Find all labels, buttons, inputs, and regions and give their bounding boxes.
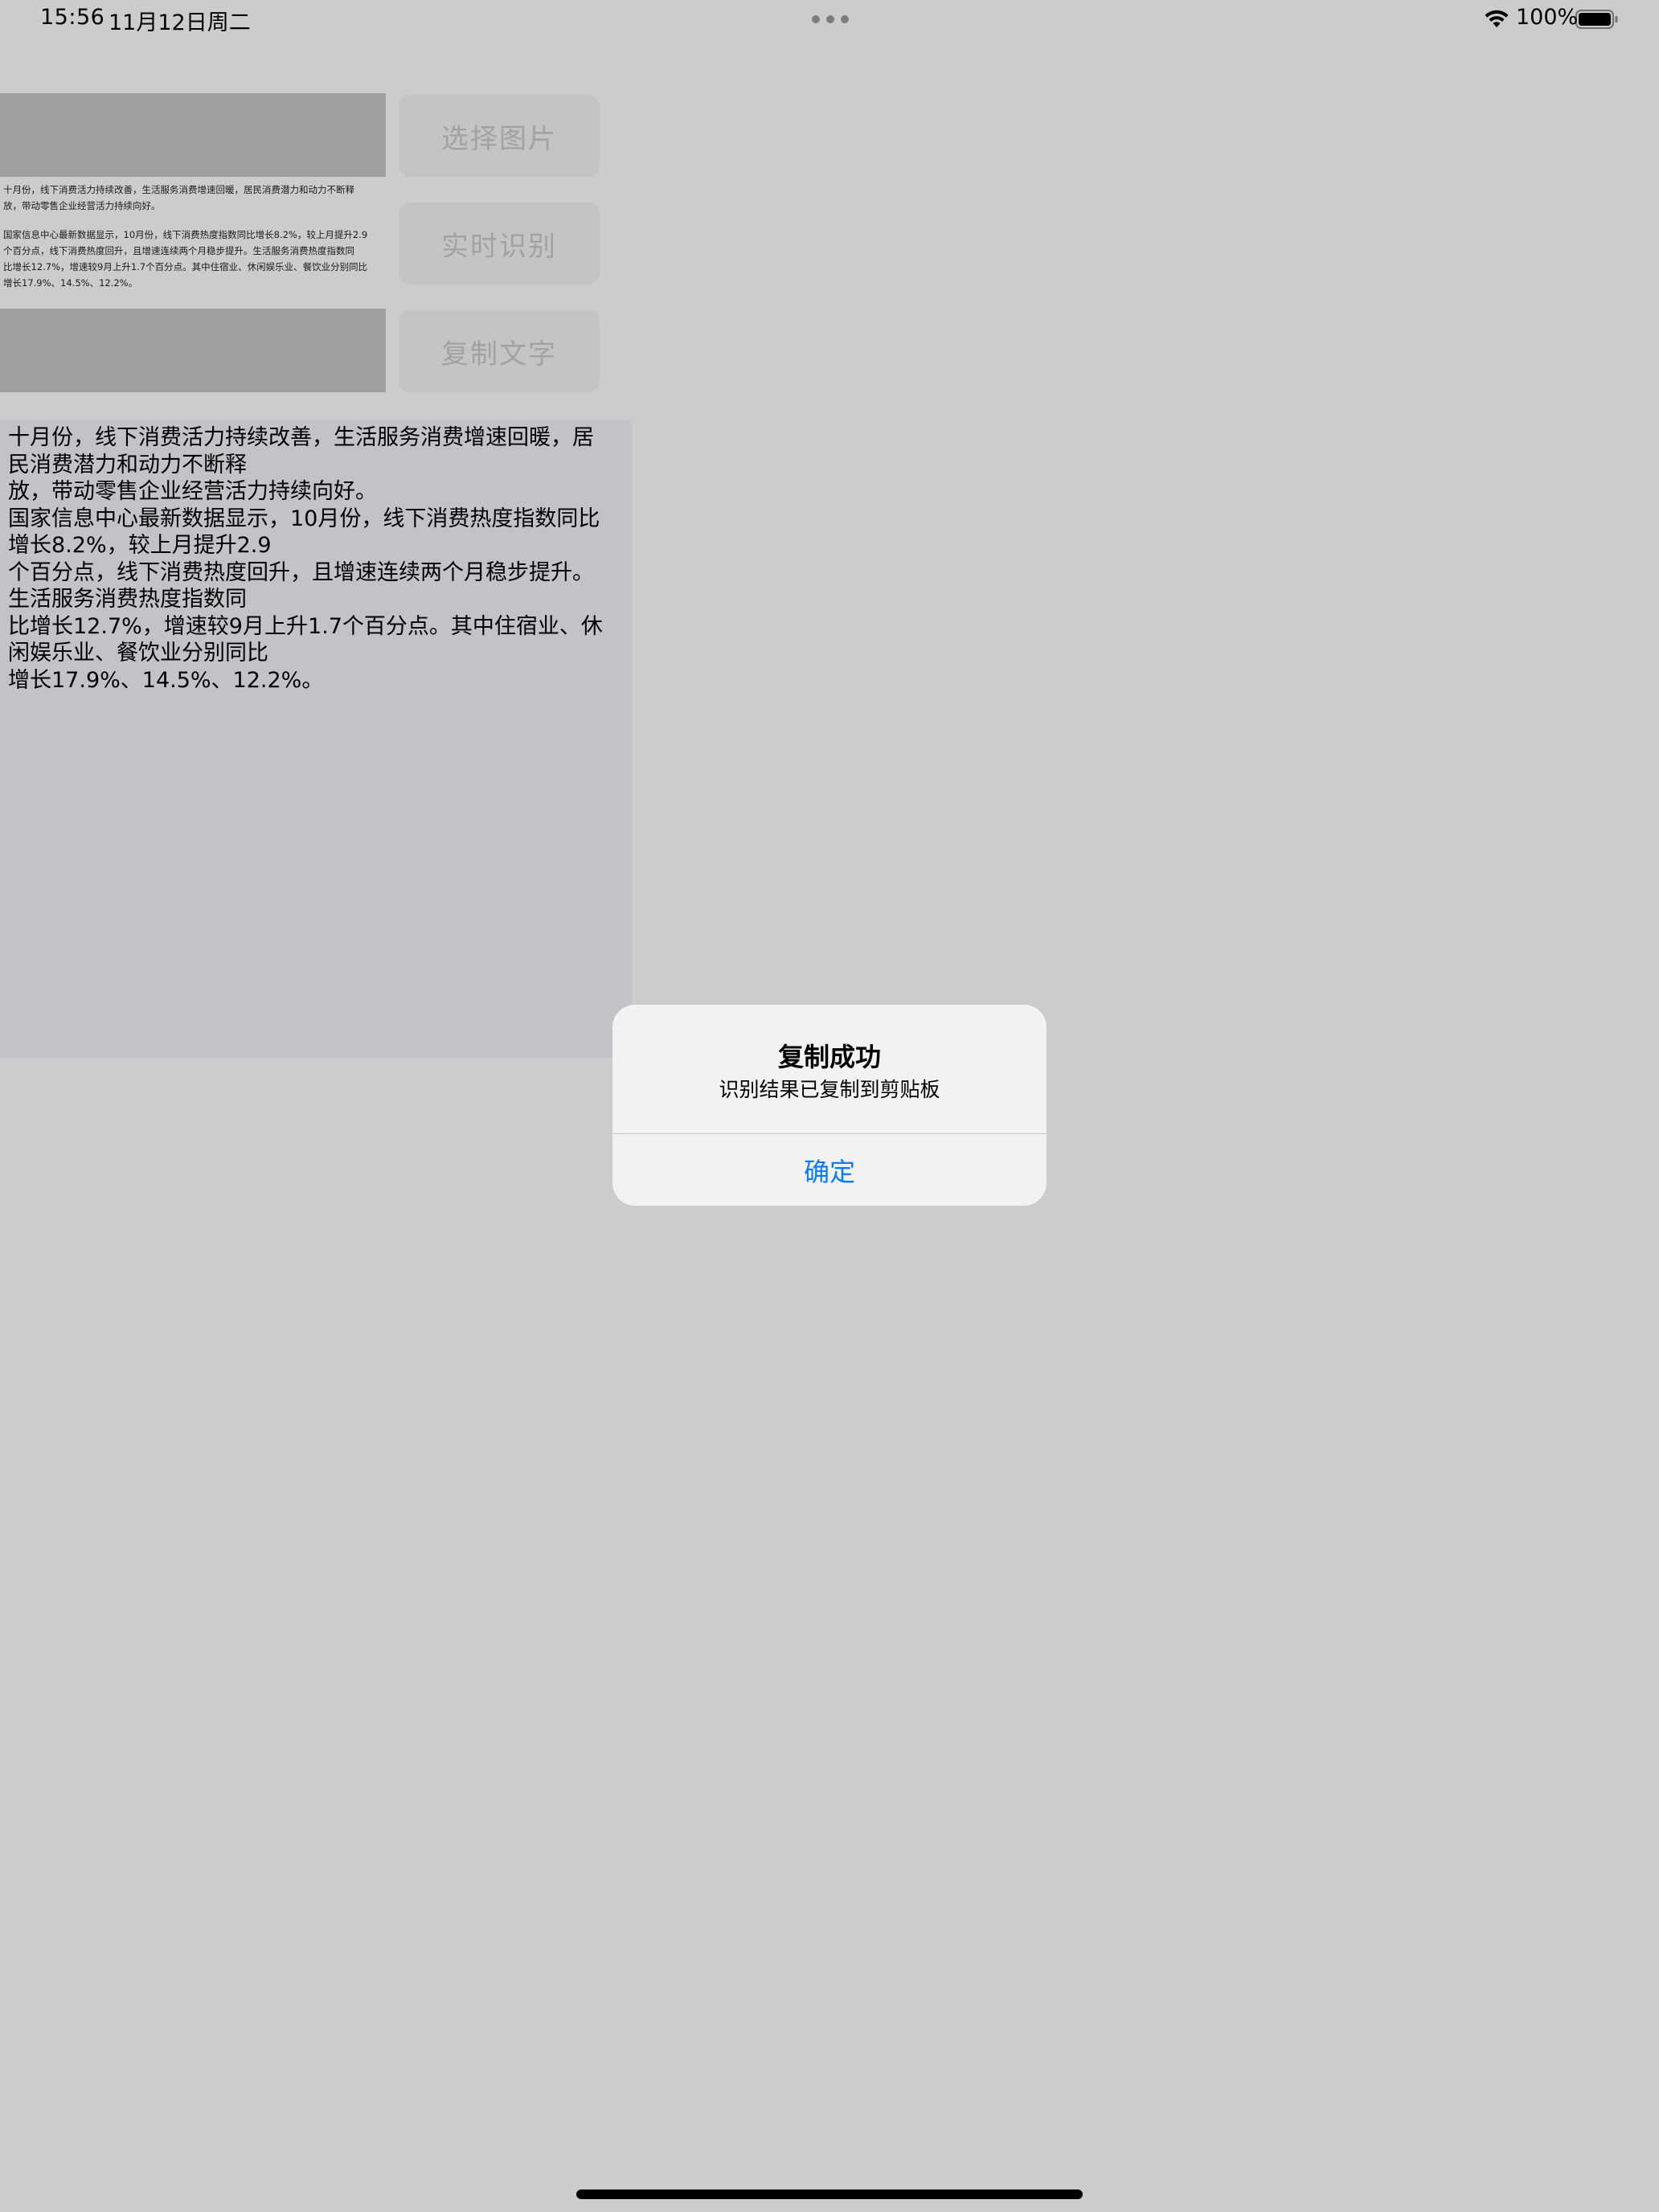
recognition-result-textview[interactable]: 十月份，线下消费活力持续改善，生活服务消费增速回暖，居 民消费潜力和动力不断释 … xyxy=(0,420,632,1058)
copy-text-button[interactable]: 复制文字 xyxy=(399,310,600,392)
home-indicator[interactable] xyxy=(576,2189,1083,2199)
battery-icon xyxy=(1575,10,1618,29)
status-time: 15:56 xyxy=(40,5,105,30)
realtime-recognize-button[interactable]: 实时识别 xyxy=(399,203,600,285)
image-placeholder-top xyxy=(0,93,386,177)
wifi-icon xyxy=(1485,10,1509,27)
selected-image-preview: 十月份，线下消费活力持续改善，生活服务消费增速回暖，居民消费潜力和动力不断释 放… xyxy=(0,182,386,305)
preview-paragraph-1: 十月份，线下消费活力持续改善，生活服务消费增速回暖，居民消费潜力和动力不断释 放… xyxy=(3,184,354,211)
select-image-button[interactable]: 选择图片 xyxy=(399,95,600,177)
alert-message: 识别结果已复制到剪贴板 xyxy=(719,1078,940,1101)
status-date: 11月12日周二 xyxy=(109,10,251,35)
battery-percent: 100% xyxy=(1516,5,1579,30)
result-text: 十月份，线下消费活力持续改善，生活服务消费增速回暖，居 民消费潜力和动力不断释 … xyxy=(8,425,603,693)
multitasking-dots-icon[interactable] xyxy=(812,15,849,23)
copy-success-alert: 复制成功 识别结果已复制到剪贴板 确定 xyxy=(612,1005,1047,1206)
alert-title: 复制成功 xyxy=(777,1042,881,1072)
status-bar: 15:56 11月12日周二 100% xyxy=(0,0,1659,40)
image-placeholder-bottom xyxy=(0,309,386,392)
preview-paragraph-2: 国家信息中心最新数据显示，10月份，线下消费热度指数同比增长8.2%，较上月提升… xyxy=(3,229,368,289)
alert-confirm-button[interactable]: 确定 xyxy=(612,1134,1047,1206)
